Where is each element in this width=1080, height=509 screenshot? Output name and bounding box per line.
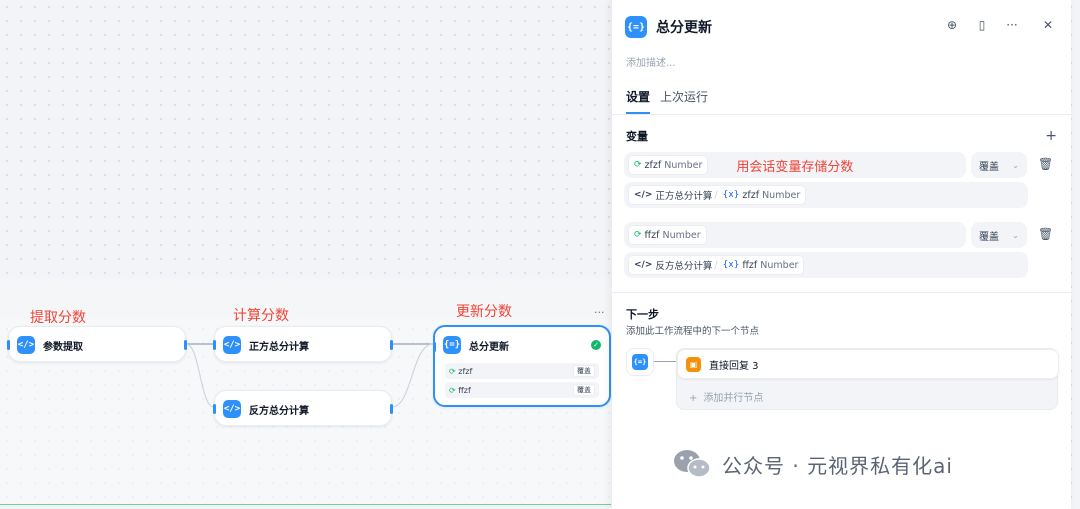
watermark-text: 公众号 · 元视界私有化ai: [722, 453, 953, 478]
next-step-title: 下一步: [626, 308, 659, 321]
chevron-down-icon: ⌄: [1012, 230, 1019, 240]
node-config-panel: {=} 总分更新 ⊕ ▯ ··· ✕ 添加描述... 设置 上次运行 变量 + …: [611, 0, 1072, 509]
panel-title[interactable]: 总分更新: [656, 17, 712, 37]
variable-assigner-icon: {=}: [443, 336, 461, 354]
source-variable-select[interactable]: </> 正方总分计算 / {x} zfzf Number: [624, 182, 1028, 208]
input-port[interactable]: [213, 404, 216, 414]
node-title: 反方总分计算: [249, 405, 309, 417]
source-var-chip: </> 正方总分计算 / {x} zfzf Number: [628, 185, 807, 205]
operation-select[interactable]: 覆盖 ⌄: [971, 152, 1027, 178]
node-param-extract[interactable]: </> 参数提取: [7, 326, 187, 362]
tabs-divider: [612, 114, 1072, 115]
node-title: 正方总分计算: [249, 341, 309, 353]
annotation-extract: 提取分数: [30, 310, 86, 326]
wechat-logo-icon: [672, 448, 712, 480]
target-variable-select[interactable]: ⟳ ffzf Number: [624, 222, 966, 248]
reply-icon: ▣: [686, 356, 701, 372]
operation-select[interactable]: 覆盖 ⌄: [971, 222, 1027, 248]
next-node-direct-reply[interactable]: ▣ 直接回复 3: [677, 349, 1059, 379]
current-node-icon: {=}: [626, 348, 654, 376]
variable-assigner-icon: {=}: [632, 354, 648, 370]
variable-x-icon: {x}: [722, 190, 740, 200]
delete-icon[interactable]: 🗑: [1038, 227, 1053, 241]
node-var-row: ⟳ ffzf 覆盖: [445, 382, 599, 398]
code-icon: </>: [223, 336, 241, 354]
edges: [185, 343, 434, 408]
node-more-icon[interactable]: ···: [594, 306, 605, 319]
conversation-var-icon: ⟳: [634, 160, 642, 170]
add-variable-button[interactable]: +: [1045, 128, 1057, 144]
input-port[interactable]: [213, 340, 216, 350]
run-icon[interactable]: ⊕: [945, 18, 959, 32]
node-var-row: ⟳ zfzf 覆盖: [445, 363, 599, 379]
description-input[interactable]: 添加描述...: [626, 54, 676, 69]
annotation-calc: 计算分数: [233, 308, 289, 324]
plus-icon: +: [689, 393, 698, 404]
node-negative-calc[interactable]: </> 反方总分计算: [213, 390, 393, 426]
input-port[interactable]: [7, 340, 10, 350]
code-icon: </>: [634, 190, 653, 200]
annotation-update: 更新分数: [456, 304, 512, 320]
variables-title: 变量: [626, 130, 648, 143]
source-var-chip: </> 反方总分计算 / {x} ffzf Number: [628, 255, 805, 275]
target-variable-select[interactable]: ⟳ zfzf Number 用会话变量存储分数: [624, 152, 966, 178]
source-variable-select[interactable]: </> 反方总分计算 / {x} ffzf Number: [624, 252, 1028, 278]
output-port[interactable]: [184, 340, 187, 350]
input-port[interactable]: [433, 342, 436, 352]
output-port[interactable]: [390, 404, 393, 414]
code-icon: </>: [17, 336, 35, 354]
node-positive-calc[interactable]: </> 正方总分计算: [213, 326, 393, 362]
variable-x-icon: {x}: [722, 260, 740, 270]
next-step-subtitle: 添加此工作流程中的下一个节点: [626, 326, 760, 337]
conversation-var-icon: ⟳: [634, 230, 642, 240]
conversation-var-chip: ⟳ ffzf Number: [628, 225, 707, 245]
help-book-icon[interactable]: ▯: [975, 18, 989, 32]
close-icon[interactable]: ✕: [1041, 18, 1055, 32]
code-icon: </>: [223, 400, 241, 418]
watermark: 公众号 · 元视界私有化ai: [672, 448, 953, 480]
code-icon: </>: [634, 260, 653, 270]
next-connector: [654, 361, 676, 362]
conversation-var-chip: ⟳ zfzf Number: [628, 155, 709, 175]
more-icon[interactable]: ···: [1005, 18, 1019, 32]
variable-assigner-icon: {=}: [625, 16, 647, 38]
node-total-update[interactable]: {=} 总分更新 ✓ ⟳ zfzf 覆盖 ⟳ ffzf 覆盖: [433, 325, 611, 407]
next-nodes-box: ▣ 直接回复 3 + 添加并行节点: [676, 348, 1059, 410]
tab-last-run[interactable]: 上次运行: [660, 88, 708, 114]
output-port[interactable]: [390, 340, 393, 350]
success-check-icon: ✓: [591, 340, 601, 350]
node-title: 总分更新: [469, 341, 509, 353]
add-parallel-node-button[interactable]: + 添加并行节点: [689, 389, 763, 404]
section-divider: [612, 292, 1072, 293]
annotation-note: 用会话变量存储分数: [736, 159, 854, 175]
edge-extract-neg: [185, 343, 215, 408]
edge-neg-update: [391, 343, 434, 408]
delete-icon[interactable]: 🗑: [1038, 157, 1053, 171]
tab-settings[interactable]: 设置: [626, 88, 651, 114]
node-title: 参数提取: [43, 341, 83, 353]
chevron-down-icon: ⌄: [1012, 160, 1019, 170]
